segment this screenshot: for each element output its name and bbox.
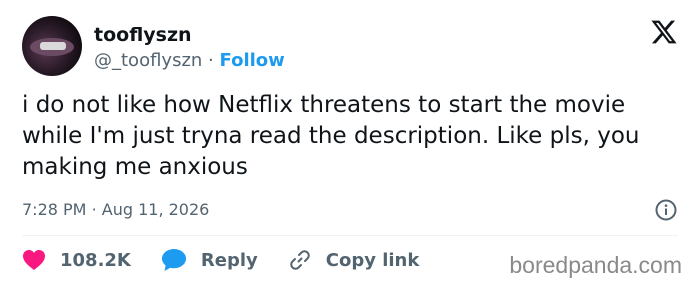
tweet-meta: 7:28 PM · Aug 11, 2026 <box>22 200 209 219</box>
follow-button[interactable]: Follow <box>220 50 285 71</box>
heart-icon <box>23 250 45 270</box>
tweet-card: tooflyszn @_tooflyszn · Follow i do not … <box>0 0 700 287</box>
handle-separator: · <box>208 50 214 71</box>
info-icon[interactable] <box>654 198 678 222</box>
speech-bubble-icon <box>161 249 186 271</box>
action-bar: 108.2K Reply Copy link <box>22 248 449 272</box>
like-button[interactable]: 108.2K <box>22 249 131 271</box>
tweet-date[interactable]: Aug 11, 2026 <box>102 200 210 219</box>
reply-button[interactable]: Reply <box>161 248 258 272</box>
tweet-text: i do not like how Netflix threatens to s… <box>22 92 640 180</box>
x-logo-icon[interactable] <box>650 18 678 46</box>
reply-label: Reply <box>200 249 258 271</box>
link-icon <box>289 250 310 270</box>
avatar-teeth <box>40 42 66 50</box>
display-name[interactable]: tooflyszn <box>94 24 192 46</box>
copy-link-label: Copy link <box>325 249 420 271</box>
avatar[interactable] <box>22 16 82 76</box>
watermark: boredpanda.com <box>509 252 682 278</box>
meta-separator: · <box>91 200 97 219</box>
divider <box>22 235 678 236</box>
user-handle[interactable]: @_tooflyszn <box>94 50 202 71</box>
tweet-time[interactable]: 7:28 PM <box>22 200 86 219</box>
like-count: 108.2K <box>60 249 131 271</box>
handle-row: @_tooflyszn · Follow <box>94 50 285 71</box>
copy-link-button[interactable]: Copy link <box>288 248 420 272</box>
